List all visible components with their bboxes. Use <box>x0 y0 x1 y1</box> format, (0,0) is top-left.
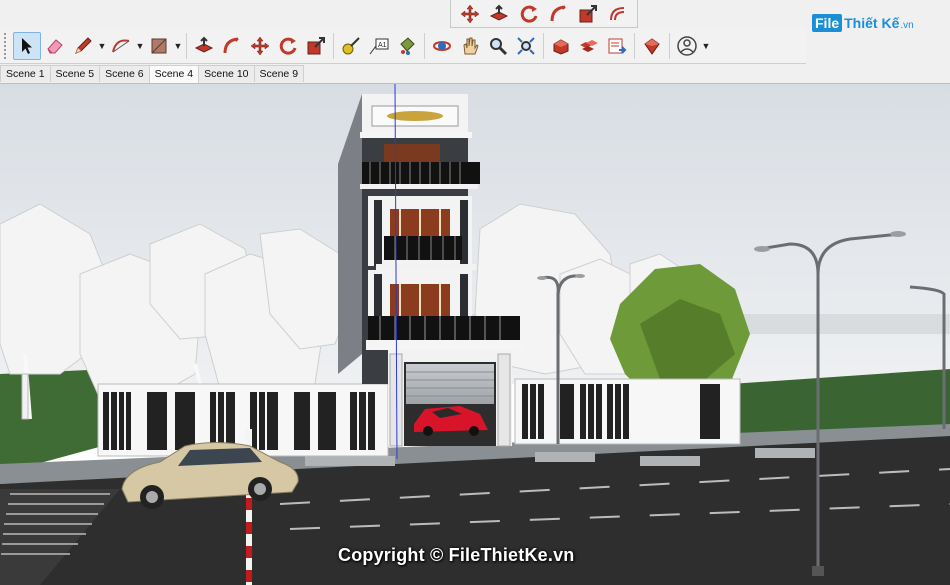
rectangle-icon[interactable] <box>145 32 173 60</box>
toolbar-separator <box>186 32 187 59</box>
follow-me-icon[interactable] <box>218 32 246 60</box>
scale-icon[interactable] <box>574 0 602 28</box>
fence-right <box>514 378 741 445</box>
layout-send-icon[interactable] <box>603 32 631 60</box>
scene-tabs: Scene 1 Scene 5 Scene 6 Scene 4 Scene 10… <box>0 64 305 83</box>
toolbar-separator <box>333 32 334 59</box>
tab-scene-1[interactable]: Scene 1 <box>0 65 51 82</box>
toolbar-grip[interactable] <box>4 32 10 59</box>
push-pull-icon[interactable] <box>190 32 218 60</box>
main-toolbar: ▼ ▼ ▼ A1 ▼ <box>0 28 806 64</box>
orbit-icon[interactable] <box>428 32 456 60</box>
tab-scene-6[interactable]: Scene 6 <box>99 65 150 82</box>
white-pole <box>21 373 29 420</box>
chevron-down-icon[interactable]: ▼ <box>135 32 145 60</box>
text-icon[interactable]: A1 <box>365 32 393 60</box>
toolbar-separator <box>424 32 425 59</box>
site-logo: File Thiết Kế .vn <box>812 14 914 32</box>
logo-text: Thiết Kế <box>844 15 900 31</box>
scene-render <box>0 84 950 585</box>
tab-scene-9[interactable]: Scene 9 <box>253 65 305 82</box>
logo-tld: .vn <box>900 19 914 31</box>
zoom-extents-icon[interactable] <box>512 32 540 60</box>
paint-bucket-icon[interactable] <box>393 32 421 60</box>
warehouse-icon[interactable] <box>547 32 575 60</box>
move-icon[interactable] <box>456 0 484 28</box>
model-viewport[interactable]: Copyright © FileThietKe.vn <box>0 83 950 585</box>
copyright-watermark: Copyright © FileThietKe.vn <box>338 545 575 565</box>
eraser-icon[interactable] <box>41 32 69 60</box>
svg-text:A1: A1 <box>378 42 387 49</box>
follow-me-icon[interactable] <box>545 0 573 28</box>
tab-scene-5[interactable]: Scene 5 <box>49 65 101 82</box>
account-icon[interactable] <box>673 32 701 60</box>
rotate-icon[interactable] <box>515 0 543 28</box>
tab-scene-10[interactable]: Scene 10 <box>198 65 255 82</box>
tape-measure-icon[interactable] <box>337 32 365 60</box>
pan-icon[interactable] <box>456 32 484 60</box>
logo-box: File <box>812 14 843 32</box>
zoom-icon[interactable] <box>484 32 512 60</box>
select-icon[interactable] <box>13 31 41 60</box>
rotate-icon[interactable] <box>274 32 302 60</box>
pencil-line-icon[interactable] <box>69 32 97 60</box>
push-pull-icon[interactable] <box>485 0 513 28</box>
move-icon[interactable] <box>246 32 274 60</box>
lamp-base <box>812 566 824 576</box>
chevron-down-icon[interactable]: ▼ <box>97 32 107 60</box>
offset-icon[interactable] <box>604 0 632 28</box>
chevron-down-icon[interactable]: ▼ <box>173 32 183 60</box>
chevron-down-icon[interactable]: ▼ <box>701 32 711 60</box>
toolbar-separator <box>669 32 670 59</box>
floating-toolbar <box>450 0 638 28</box>
arc-icon[interactable] <box>107 32 135 60</box>
tab-scene-4[interactable]: Scene 4 <box>148 65 200 83</box>
extension-manager-icon[interactable] <box>638 32 666 60</box>
toolbar-separator <box>543 32 544 59</box>
toolbar-separator <box>634 32 635 59</box>
extension-warehouse-icon[interactable] <box>575 32 603 60</box>
scale-icon[interactable] <box>302 32 330 60</box>
